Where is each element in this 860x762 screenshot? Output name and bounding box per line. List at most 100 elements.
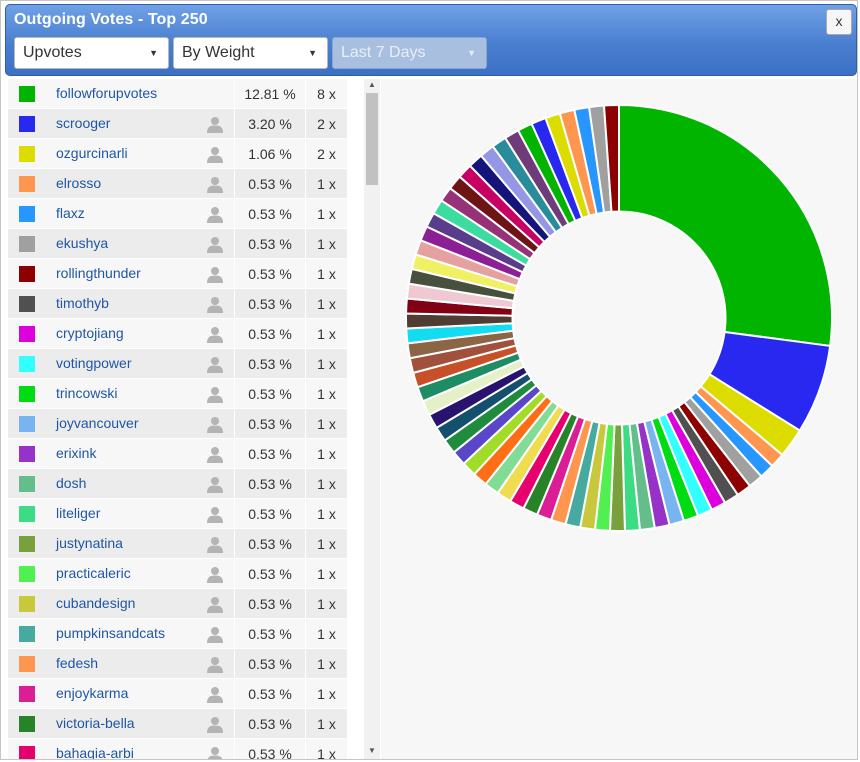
swatch-cell <box>8 139 48 169</box>
vote-percentage: 0.53 % <box>234 649 306 679</box>
swatch-cell <box>8 619 48 649</box>
user-icon[interactable] <box>206 596 224 613</box>
chevron-down-icon: ▼ <box>149 48 158 58</box>
vote-count: 1 x <box>317 236 336 252</box>
user-icon[interactable] <box>206 746 224 760</box>
user-icon[interactable] <box>206 686 224 703</box>
user-icon[interactable] <box>206 326 224 343</box>
sort-select[interactable]: By Weight ▼ <box>173 37 328 69</box>
vote-percentage: 0.53 % <box>234 409 306 439</box>
user-icon[interactable] <box>206 656 224 673</box>
vote-count: 1 x <box>317 686 336 702</box>
user-icon[interactable] <box>206 536 224 553</box>
color-swatch <box>19 206 35 222</box>
vote-percentage: 0.53 % <box>234 559 306 589</box>
vote-percentage: 0.53 % <box>234 439 306 469</box>
voter-name-link[interactable]: victoria-bella <box>56 715 135 731</box>
vote-count: 1 x <box>317 656 336 672</box>
voter-name-link[interactable]: scrooger <box>56 115 110 131</box>
color-swatch <box>19 86 35 102</box>
swatch-cell <box>8 109 48 139</box>
user-icon[interactable] <box>206 266 224 283</box>
vote-count: 1 x <box>317 626 336 642</box>
swatch-cell <box>8 229 48 259</box>
list-item: trincowski 0.53 % 1 x <box>8 379 347 409</box>
user-icon[interactable] <box>206 626 224 643</box>
swatch-cell <box>8 199 48 229</box>
user-icon[interactable] <box>206 386 224 403</box>
user-icon[interactable] <box>206 356 224 373</box>
vote-count: 2 x <box>317 116 336 132</box>
voter-name-link[interactable]: trincowski <box>56 385 117 401</box>
voter-name-link[interactable]: pumpkinsandcats <box>56 625 165 641</box>
swatch-cell <box>8 679 48 709</box>
scroll-up-icon[interactable]: ▲ <box>364 79 380 91</box>
list-item: timothyb 0.53 % 1 x <box>8 289 347 319</box>
voter-name-link[interactable]: timothyb <box>56 295 109 311</box>
user-icon[interactable] <box>206 176 224 193</box>
list-scrollbar[interactable]: ▲ ▼ <box>364 79 380 759</box>
voter-name-link[interactable]: bahagia-arbi <box>56 745 134 759</box>
voter-name-link[interactable]: flaxz <box>56 205 85 221</box>
color-swatch <box>19 536 35 552</box>
vote-percentage: 0.53 % <box>234 289 306 319</box>
voter-name-link[interactable]: rollingthunder <box>56 265 141 281</box>
color-swatch <box>19 386 35 402</box>
swatch-cell <box>8 499 48 529</box>
voter-name-link[interactable]: fedesh <box>56 655 98 671</box>
user-icon[interactable] <box>206 416 224 433</box>
close-button[interactable]: x <box>826 9 852 35</box>
color-swatch <box>19 716 35 732</box>
vote-count: 1 x <box>317 356 336 372</box>
voter-name-link[interactable]: ekushya <box>56 235 108 251</box>
user-icon[interactable] <box>206 716 224 733</box>
color-swatch <box>19 566 35 582</box>
voter-name-link[interactable]: votingpower <box>56 355 132 371</box>
voter-name-link[interactable]: joyvancouver <box>56 415 139 431</box>
voter-name-link[interactable]: ozgurcinarli <box>56 145 128 161</box>
vote-percentage: 0.53 % <box>234 619 306 649</box>
voter-name-link[interactable]: elrosso <box>56 175 101 191</box>
user-icon[interactable] <box>206 566 224 583</box>
voter-name-link[interactable]: liteliger <box>56 505 100 521</box>
period-select: Last 7 Days ▼ <box>332 37 487 69</box>
list-item: erixink 0.53 % 1 x <box>8 439 347 469</box>
scrollbar-thumb[interactable] <box>366 93 378 185</box>
swatch-cell <box>8 409 48 439</box>
vote-count: 2 x <box>317 146 336 162</box>
voter-name-link[interactable]: practicaleric <box>56 565 131 581</box>
user-icon[interactable] <box>206 206 224 223</box>
voter-name-link[interactable]: followforupvotes <box>56 85 157 101</box>
voter-name-link[interactable]: dosh <box>56 475 86 491</box>
user-icon[interactable] <box>206 476 224 493</box>
color-swatch <box>19 326 35 342</box>
vote-percentage: 0.53 % <box>234 529 306 559</box>
color-swatch <box>19 146 35 162</box>
list-item: followforupvotes 12.81 % 8 x <box>8 79 347 109</box>
user-icon[interactable] <box>206 236 224 253</box>
list-item: elrosso 0.53 % 1 x <box>8 169 347 199</box>
voter-name-link[interactable]: justynatina <box>56 535 123 551</box>
vote-percentage: 12.81 % <box>234 79 306 109</box>
voter-list[interactable]: followforupvotes 12.81 % 8 x scrooger 3.20 %… <box>8 79 380 760</box>
list-item: cubandesign 0.53 % 1 x <box>8 589 347 619</box>
donut-slice[interactable] <box>618 103 833 348</box>
vote-type-select[interactable]: Upvotes ▼ <box>14 37 169 69</box>
vote-count: 1 x <box>317 536 336 552</box>
voter-name-link[interactable]: cubandesign <box>56 595 135 611</box>
user-icon[interactable] <box>206 506 224 523</box>
swatch-cell <box>8 589 48 619</box>
voter-name-link[interactable]: erixink <box>56 445 96 461</box>
list-item: justynatina 0.53 % 1 x <box>8 529 347 559</box>
voter-name-link[interactable]: cryptojiang <box>56 325 124 341</box>
user-icon[interactable] <box>206 296 224 313</box>
vote-count: 1 x <box>317 326 336 342</box>
user-icon[interactable] <box>206 446 224 463</box>
scroll-down-icon[interactable]: ▼ <box>364 745 380 757</box>
user-icon[interactable] <box>206 116 224 133</box>
voter-name-link[interactable]: enjoykarma <box>56 685 128 701</box>
list-item: bahagia-arbi 0.53 % 1 x <box>8 739 347 760</box>
swatch-cell <box>8 709 48 739</box>
user-icon[interactable] <box>206 146 224 163</box>
sort-value: By Weight <box>182 44 255 61</box>
